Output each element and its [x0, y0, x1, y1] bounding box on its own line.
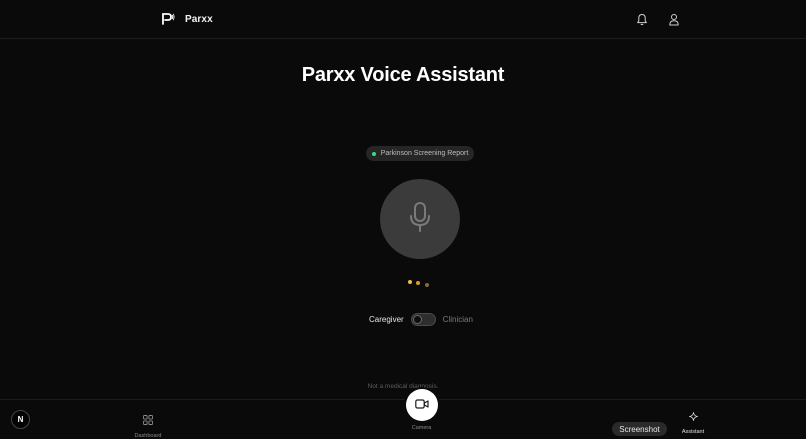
screenshot-tooltip: Screenshot: [612, 422, 667, 436]
n-badge[interactable]: N: [11, 410, 30, 429]
microphone-button[interactable]: [380, 179, 460, 259]
parxx-logo-icon: [160, 11, 176, 27]
top-bar: Parxx: [0, 0, 806, 39]
nav-assistant[interactable]: Assistant: [677, 408, 709, 439]
nav-dashboard[interactable]: Dashboard: [132, 412, 164, 439]
switch-knob: [412, 314, 422, 324]
bell-icon[interactable]: [635, 12, 649, 26]
role-switch[interactable]: [410, 312, 436, 326]
camera-button[interactable]: [405, 389, 438, 421]
nav-assistant-label: Assistant: [681, 429, 705, 435]
user-icon[interactable]: [667, 12, 681, 26]
grid-icon: [143, 412, 153, 430]
context-chip-label: Parkinson Screening Report: [380, 150, 469, 157]
brand-name: Parxx: [185, 13, 213, 25]
context-chip[interactable]: Parkinson Screening Report: [366, 146, 474, 161]
brand[interactable]: Parxx: [160, 11, 213, 27]
caregiver-label[interactable]: Caregiver: [369, 315, 404, 324]
role-toggle: Caregiver Clinician: [369, 312, 473, 326]
video-camera-icon: [414, 396, 429, 414]
loading-dot: [425, 283, 429, 287]
clinician-label[interactable]: Clinician: [443, 315, 473, 324]
nav-camera-label: Camera: [411, 425, 432, 431]
nav-dashboard-label: Dashboard: [134, 433, 162, 439]
microphone-icon: [408, 201, 432, 238]
loading-dot: [408, 280, 412, 284]
nav-camera[interactable]: Camera: [404, 389, 439, 431]
status-dot: [371, 151, 376, 156]
disclaimer-text: Not a medical diagnosis.: [367, 383, 439, 390]
loading-dot: [416, 281, 420, 285]
loading-indicator: [408, 280, 432, 288]
page-title: Parxx Voice Assistant: [301, 64, 505, 86]
sparkle-icon: [688, 408, 698, 426]
